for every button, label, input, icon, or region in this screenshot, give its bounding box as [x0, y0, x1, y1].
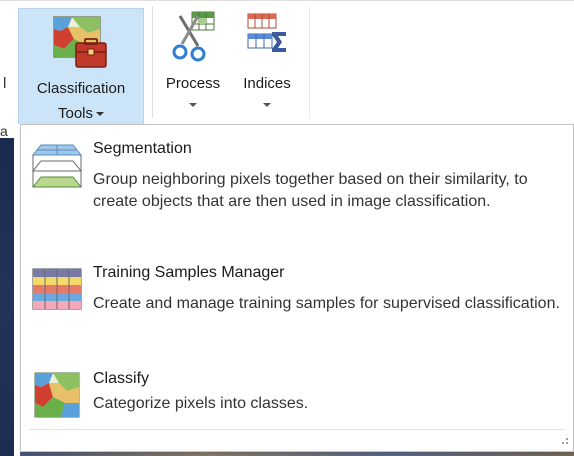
menu-item-title: Segmentation — [93, 140, 192, 157]
classification-tools-label-line1: Classification — [36, 80, 126, 97]
ribbon-top-border — [0, 0, 574, 1]
clipped-ribbon-text: l — [3, 76, 7, 92]
chevron-down-icon — [189, 103, 197, 107]
classification-tools-label-line2: Tools — [57, 104, 105, 123]
chevron-down-icon — [96, 112, 105, 117]
process-scissors-icon — [172, 11, 215, 62]
indices-label: Indices — [243, 75, 291, 92]
classification-tools-dropdown-menu: Segmentation Group neighboring pixels to… — [20, 124, 574, 452]
indices-button[interactable]: Indices — [234, 8, 300, 120]
ribbon-group-separator — [152, 6, 153, 118]
clipped-background-text: a — [0, 124, 8, 138]
classification-tools-icon — [53, 16, 107, 68]
segmentation-layers-icon — [31, 144, 83, 188]
process-button[interactable]: Process — [160, 8, 226, 120]
menu-item-title: Training Samples Manager — [93, 264, 285, 281]
menu-item-description: Create and manage training samples for s… — [93, 295, 560, 312]
process-label: Process — [165, 75, 221, 92]
map-view-bottom-edge — [20, 452, 574, 456]
ribbon: l Classification Tools Process Indices — [0, 0, 574, 124]
chevron-down-icon — [263, 103, 271, 107]
menu-item-title: Classify — [93, 370, 150, 387]
classify-map-icon — [34, 372, 80, 418]
menu-footer-divider — [29, 429, 565, 430]
indices-sum-icon — [247, 13, 286, 52]
ribbon-group-separator — [309, 6, 310, 118]
menu-item-classify[interactable]: Classify Categorize pixels into classes. — [21, 363, 573, 427]
menu-item-segmentation[interactable]: Segmentation Group neighboring pixels to… — [21, 133, 573, 245]
menu-item-description: Group neighboring pixels together based … — [93, 171, 528, 210]
map-view-edge — [0, 138, 14, 456]
training-samples-table-icon — [32, 268, 82, 310]
menu-item-description: Categorize pixels into classes. — [93, 395, 309, 412]
classification-tools-button[interactable]: Classification Tools — [18, 8, 144, 124]
resize-grip-icon[interactable] — [559, 437, 569, 447]
menu-item-training-samples-manager[interactable]: Training Samples Manager Create and mana… — [21, 257, 573, 347]
classification-tools-label-text: Tools — [57, 105, 94, 122]
